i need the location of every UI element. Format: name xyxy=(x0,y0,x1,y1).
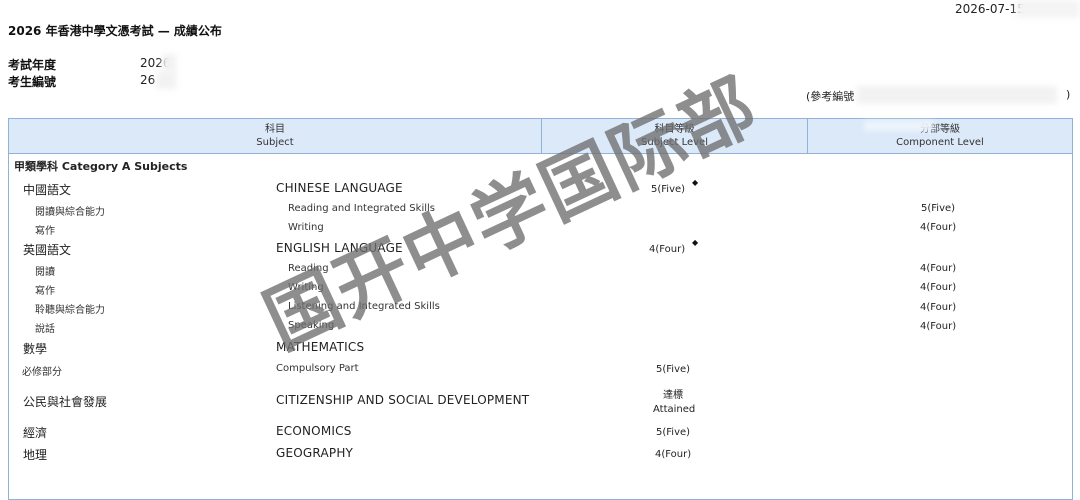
component-level: 4(Four) xyxy=(920,222,957,233)
component-name-zh: 寫作 xyxy=(35,226,55,237)
subject-header-en: Subject xyxy=(256,137,294,148)
subject-level: 4(Four) xyxy=(649,244,686,255)
component-name-zh: 閱讀與綜合能力 xyxy=(35,207,105,218)
component-name-zh: 聆聽與綜合能力 xyxy=(35,305,105,316)
component-name-zh: 寫作 xyxy=(35,286,55,297)
subject-column-header: 科目 Subject xyxy=(9,119,541,153)
subject-name-zh: 地理 xyxy=(23,448,48,462)
component-name-zh: 閱讀 xyxy=(35,267,55,278)
component-level: 4(Four) xyxy=(920,282,957,293)
subject-level: 達標 xyxy=(663,390,683,401)
component-name-zh: 必修部分 xyxy=(22,367,62,378)
component-level: 4(Four) xyxy=(920,302,957,313)
subject-header-zh: 科目 xyxy=(265,124,285,135)
component-level: 5(Five) xyxy=(921,203,956,214)
subject-level-en: Attained xyxy=(653,404,696,415)
subject-level: 5(Five) xyxy=(656,427,691,438)
subject-level: 5(Five) xyxy=(656,364,691,375)
component-level-header-zh: 分部等級 xyxy=(920,124,960,135)
subject-name-zh: 公民與社會發展 xyxy=(23,395,108,409)
redacted-area xyxy=(864,121,934,131)
component-name-zh: 說話 xyxy=(35,324,55,335)
subject-name-zh: 中國語文 xyxy=(23,183,72,197)
subject-level: 4(Four) xyxy=(655,449,692,460)
candidate-number-label: 考生編號 xyxy=(8,75,57,89)
component-level: 4(Four) xyxy=(920,263,957,274)
marker-icon: ◆ xyxy=(692,238,699,247)
subject-name-en: GEOGRAPHY xyxy=(276,446,354,460)
component-name-en: Writing xyxy=(288,222,324,233)
subject-name-en: ECONOMICS xyxy=(276,424,352,438)
candidate-number-value: 26 xyxy=(140,73,156,87)
component-level-column-header: 分部等級 Component Level xyxy=(808,119,1072,153)
page-title: 2026 年香港中學文憑考試 — 成績公布 xyxy=(8,24,222,38)
redacted-area xyxy=(156,71,176,89)
subject-name-zh: 數學 xyxy=(23,342,48,356)
redacted-area xyxy=(162,54,176,72)
issue-date: 2026-07-15 xyxy=(955,2,1025,16)
subject-name-en: CITIZENSHIP AND SOCIAL DEVELOPMENT xyxy=(276,393,530,407)
redacted-area xyxy=(1016,0,1080,18)
category-heading: 甲類學科 Category A Subjects xyxy=(14,160,188,173)
component-level-header-en: Component Level xyxy=(896,137,984,148)
exam-year-label: 考試年度 xyxy=(8,58,57,72)
reference-number-label: (參考編號 xyxy=(806,90,855,103)
redacted-area xyxy=(857,86,1057,104)
subject-name-zh: 經濟 xyxy=(23,426,48,440)
reference-number-close: ) xyxy=(1066,88,1071,101)
component-level: 4(Four) xyxy=(920,321,957,332)
subject-name-zh: 英國語文 xyxy=(23,243,72,257)
subject-name-en: CHINESE LANGUAGE xyxy=(276,181,403,195)
